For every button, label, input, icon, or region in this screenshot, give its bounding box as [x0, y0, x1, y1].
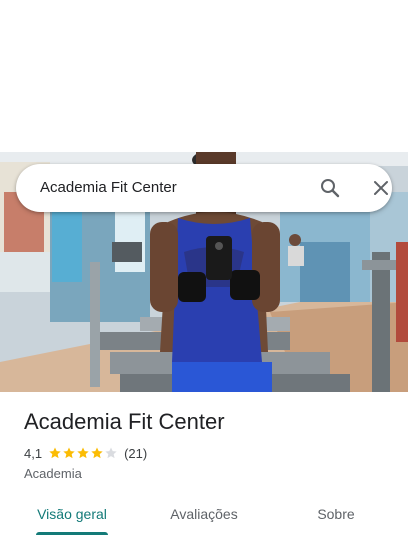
active-tab-indicator — [36, 532, 108, 535]
star-icon — [49, 447, 61, 459]
search-query-text[interactable]: Academia Fit Center — [40, 178, 177, 198]
close-icon[interactable] — [369, 176, 393, 200]
star-icon — [77, 447, 89, 459]
search-bar[interactable]: Academia Fit Center — [16, 164, 392, 212]
search-icon[interactable] — [318, 176, 342, 200]
place-tabs: Visão geral Avaliações Sobre — [0, 496, 408, 544]
place-title: Academia Fit Center — [24, 409, 225, 434]
place-category: Academia — [24, 466, 82, 481]
tab-overview[interactable]: Visão geral — [20, 496, 124, 536]
rating-value: 4,1 — [24, 445, 43, 461]
rating-stars — [48, 446, 118, 460]
star-icon — [63, 447, 75, 459]
review-count[interactable]: (21) — [124, 446, 147, 461]
tab-about[interactable]: Sobre — [290, 496, 382, 536]
top-blank-area — [0, 0, 408, 152]
tab-reviews[interactable]: Avaliações — [152, 496, 256, 536]
rating-row[interactable]: 4,1 (21) — [24, 444, 147, 462]
star-empty-icon — [105, 447, 117, 459]
star-icon — [91, 447, 103, 459]
